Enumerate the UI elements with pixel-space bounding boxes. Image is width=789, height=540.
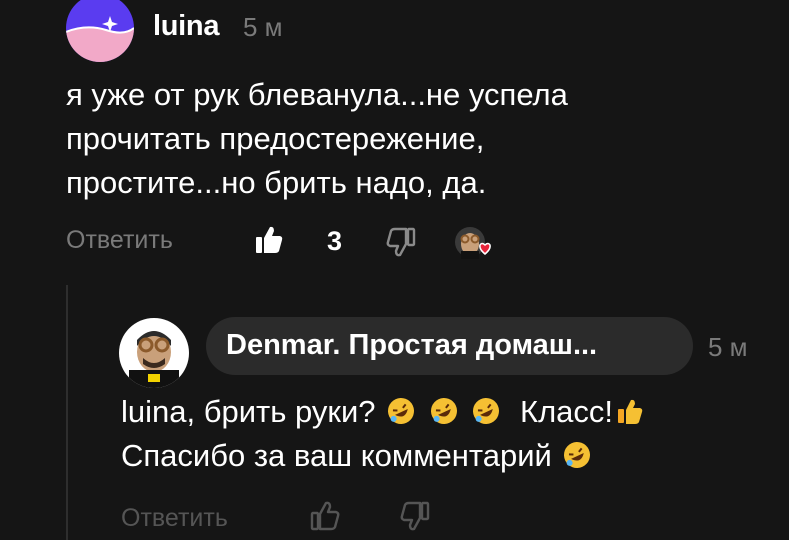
reply-reply-button[interactable]: Ответить [121,504,228,533]
comment-text: я уже от рук блеванула...не успела прочи… [66,77,568,200]
avatar-denmar[interactable] [119,318,189,388]
thumbs-down-icon[interactable] [386,226,416,258]
like-count: 3 [327,226,343,256]
thumbs-up-icon[interactable] [310,500,340,532]
thumbs-up-emoji [615,394,645,424]
author-heart-icon [452,224,496,260]
avatar-luina[interactable] [66,0,134,62]
reply-button[interactable]: Ответить [66,226,173,255]
reply-text-line2: Спасибо за ваш комментарий [121,438,552,473]
rolling-laughing-emoji [471,394,501,424]
comment-time: 5 м [243,12,283,42]
rolling-laughing-emoji [386,394,416,424]
rolling-laughing-emoji [429,394,459,424]
thread-line [66,285,68,540]
thumbs-up-icon[interactable] [254,224,284,256]
reply-text: luina, брить руки? Класс! Спасибо за ваш… [121,390,781,478]
reply-author[interactable]: Denmar. Простая домаш... [226,329,597,362]
rolling-laughing-emoji [562,438,592,468]
comment-author[interactable]: luina [153,10,219,43]
reply-time: 5 м [708,332,748,362]
thumbs-down-icon[interactable] [400,500,430,532]
reply-text-line1: luina, брить руки? [121,394,376,429]
reply-text-klass: Класс! [520,394,614,429]
